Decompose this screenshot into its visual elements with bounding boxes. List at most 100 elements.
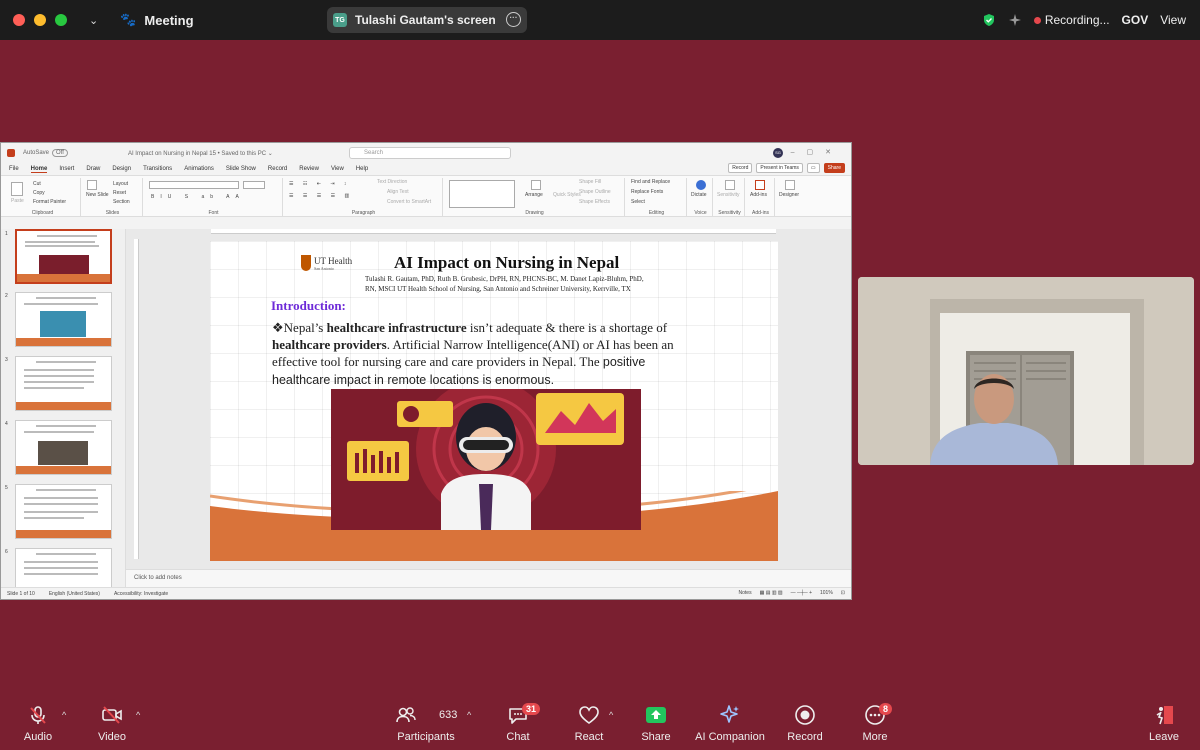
- current-slide[interactable]: UT Health San Antonio AI Impact on Nursin…: [210, 241, 778, 561]
- menu-animations[interactable]: Animations: [184, 166, 214, 172]
- arrange-icon[interactable]: [531, 180, 541, 190]
- menu-insert[interactable]: Insert: [59, 166, 74, 172]
- shapes-gallery[interactable]: [449, 180, 515, 208]
- quick-styles-button[interactable]: Quick Styles: [553, 192, 581, 198]
- font-name-select[interactable]: [149, 181, 239, 189]
- new-slide-button[interactable]: New Slide: [86, 192, 109, 198]
- align-buttons[interactable]: ☰ ☰ ☰ ☰ ▥: [289, 193, 353, 199]
- minimize-window-button[interactable]: [34, 14, 46, 26]
- fullscreen-window-button[interactable]: [55, 14, 67, 26]
- menu-record[interactable]: Record: [268, 166, 287, 172]
- menu-view[interactable]: View: [331, 166, 344, 172]
- list-buttons[interactable]: ☰ ☷ ⇤ ⇥ ↕: [289, 181, 350, 187]
- accessibility-indicator[interactable]: Accessibility: Investigate: [114, 591, 168, 597]
- fit-slide-icon[interactable]: ⊡: [841, 590, 845, 596]
- share-screen-button[interactable]: Share: [616, 704, 696, 743]
- ppt-window-buttons[interactable]: –▢✕: [791, 148, 843, 156]
- designer-button[interactable]: Designer: [779, 192, 799, 198]
- slide-thumbnail-3[interactable]: [15, 356, 112, 411]
- slide-thumbnail-2[interactable]: [15, 292, 112, 347]
- slide-authors[interactable]: Tulashi R. Gautam, PhD, Ruth B. Grubesic…: [365, 274, 705, 294]
- slide-thumbnail-5[interactable]: [15, 484, 112, 539]
- sensitivity-button[interactable]: Sensitivity: [717, 192, 740, 198]
- menu-review[interactable]: Review: [299, 166, 319, 172]
- menu-help[interactable]: Help: [356, 166, 368, 172]
- slide-thumbnail-6[interactable]: [15, 548, 112, 587]
- notes-pane[interactable]: Click to add notes: [126, 569, 851, 587]
- text-direction-button[interactable]: Text Direction: [377, 179, 407, 185]
- new-slide-icon[interactable]: [87, 180, 97, 190]
- comments-icon[interactable]: ▭: [806, 163, 820, 173]
- replace-fonts-button[interactable]: Replace Fonts: [631, 189, 663, 195]
- record-meeting-button[interactable]: Record: [765, 704, 845, 743]
- find-replace-button[interactable]: Find and Replace: [631, 179, 670, 185]
- gov-label[interactable]: GOV: [1122, 13, 1149, 27]
- chevron-down-icon[interactable]: ⌄: [89, 14, 98, 27]
- convert-smartart-button[interactable]: Convert to SmartArt: [387, 199, 431, 205]
- format-painter-button[interactable]: Format Painter: [33, 199, 66, 205]
- language-indicator[interactable]: English (United States): [49, 591, 100, 597]
- chat-button[interactable]: Chat: [478, 704, 558, 743]
- slide-editor[interactable]: UT Health San Antonio AI Impact on Nursin…: [126, 229, 851, 569]
- slide-title[interactable]: AI Impact on Nursing in Nepal: [394, 253, 619, 273]
- shape-fill-button[interactable]: Shape Fill: [579, 179, 601, 185]
- zoom-level[interactable]: 101%: [820, 590, 833, 596]
- slide-thumbnail-1[interactable]: [15, 229, 112, 284]
- menu-transitions[interactable]: Transitions: [143, 166, 172, 172]
- intro-heading[interactable]: Introduction:: [271, 298, 346, 314]
- leave-button[interactable]: Leave: [1124, 704, 1200, 743]
- view-buttons[interactable]: ▦ ▤ ▥ ▧: [760, 590, 783, 596]
- menu-design[interactable]: Design: [112, 166, 131, 172]
- ai-sparkle-icon[interactable]: [1008, 13, 1022, 27]
- align-text-button[interactable]: Align Text: [387, 189, 409, 195]
- more-options-icon[interactable]: ···: [506, 12, 521, 27]
- designer-icon[interactable]: [785, 180, 795, 190]
- ppt-search-input[interactable]: Search: [349, 147, 511, 159]
- slide-thumbnail-4[interactable]: [15, 420, 112, 475]
- font-size-select[interactable]: [243, 181, 265, 189]
- participant-video[interactable]: [858, 277, 1194, 465]
- menu-home[interactable]: Home: [30, 166, 48, 173]
- menu-slide-show[interactable]: Slide Show: [226, 166, 256, 172]
- autosave-toggle[interactable]: Off: [52, 149, 68, 157]
- microphone-icon[interactable]: [696, 180, 706, 190]
- zoom-slider[interactable]: — ─┼─ +: [791, 590, 812, 596]
- audio-button[interactable]: Audio: [0, 704, 78, 743]
- more-button[interactable]: More: [835, 704, 915, 743]
- section-button[interactable]: Section: [113, 199, 130, 205]
- screen-share-indicator[interactable]: TG Tulashi Gautam's screen ···: [327, 7, 527, 33]
- recording-indicator[interactable]: Recording...: [1033, 13, 1110, 27]
- close-window-button[interactable]: [13, 14, 25, 26]
- copy-button[interactable]: Copy: [33, 190, 45, 196]
- addins-icon[interactable]: [755, 180, 765, 190]
- audio-options-caret[interactable]: ^: [62, 710, 66, 720]
- participants-options-caret[interactable]: ^: [467, 710, 471, 720]
- ai-companion-button[interactable]: AI Companion: [690, 704, 770, 743]
- slide-thumbnail-pane[interactable]: 1 2 3 4 5 6: [1, 229, 126, 587]
- layout-button[interactable]: Layout: [113, 181, 128, 187]
- intro-body-text[interactable]: ❖Nepal’s healthcare infrastructure isn’t…: [272, 319, 692, 389]
- ppt-share-button[interactable]: Share: [823, 163, 845, 173]
- view-menu[interactable]: View: [1160, 13, 1186, 27]
- meeting-menu[interactable]: 🐾 Meeting: [120, 12, 193, 28]
- reset-button[interactable]: Reset: [113, 190, 126, 196]
- user-avatar[interactable]: SG: [773, 148, 783, 158]
- shape-outline-button[interactable]: Shape Outline: [579, 189, 611, 195]
- present-in-teams-button[interactable]: Present in Teams: [756, 163, 803, 173]
- menu-file[interactable]: File: [9, 166, 19, 172]
- cut-button[interactable]: Cut: [33, 181, 41, 187]
- vr-nurse-illustration[interactable]: [331, 389, 641, 530]
- sensitivity-icon[interactable]: [725, 180, 735, 190]
- menu-draw[interactable]: Draw: [86, 166, 100, 172]
- addins-button[interactable]: Add-ins: [750, 192, 767, 198]
- record-button[interactable]: Record: [728, 163, 753, 173]
- paste-icon[interactable]: [11, 182, 23, 196]
- react-options-caret[interactable]: ^: [609, 710, 613, 720]
- video-options-caret[interactable]: ^: [136, 710, 140, 720]
- shape-effects-button[interactable]: Shape Effects: [579, 199, 610, 205]
- font-format-buttons[interactable]: BIU S ab AA: [151, 194, 245, 200]
- notes-toggle[interactable]: Notes: [739, 590, 752, 596]
- shield-check-icon[interactable]: [982, 13, 996, 27]
- dictate-button[interactable]: Dictate: [691, 192, 707, 198]
- arrange-button[interactable]: Arrange: [525, 192, 543, 198]
